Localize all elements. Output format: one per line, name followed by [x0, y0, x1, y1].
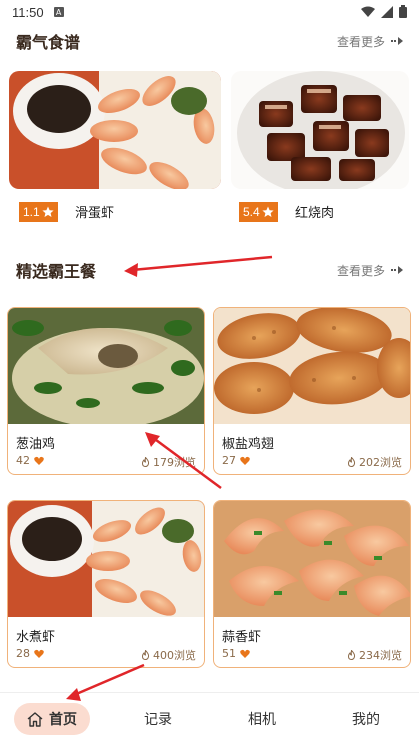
recipe-image-shrimp — [9, 71, 221, 189]
nav-records-label: 记录 — [144, 712, 172, 728]
likes-count: 27 — [222, 454, 236, 467]
flame-icon — [347, 457, 356, 467]
meal-likes: 51 — [222, 647, 250, 660]
section-header-meals: 精选霸王餐 查看更多 — [0, 257, 419, 283]
home-icon — [27, 711, 43, 727]
heart-icon — [240, 456, 250, 465]
recipe-card-2[interactable]: 5.4 红烧肉 — [231, 71, 411, 226]
views-count: 179浏览 — [153, 456, 196, 469]
arrow-right-icon — [391, 266, 403, 274]
star-icon — [262, 206, 274, 217]
heart-icon — [34, 456, 44, 465]
rating-badge: 5.4 — [239, 202, 278, 222]
section-title-recipes: 霸气食谱 — [16, 33, 81, 52]
nav-mine[interactable]: 我的 — [336, 703, 396, 735]
wifi-icon — [361, 6, 375, 17]
recipe-name: 滑蛋虾 — [75, 206, 115, 221]
meal-name: 水煮虾 — [16, 630, 56, 645]
recipe-card-1[interactable]: 1.1 滑蛋虾 — [9, 71, 221, 226]
nav-mine-label: 我的 — [352, 712, 380, 728]
flame-icon — [347, 650, 356, 660]
meal-card-2[interactable]: 椒盐鸡翅 27 202浏览 — [213, 307, 411, 475]
meal-likes: 42 — [16, 454, 44, 467]
arrow-right-icon — [391, 37, 403, 45]
meal-name: 椒盐鸡翅 — [222, 437, 275, 452]
more-meals-link[interactable]: 查看更多 — [337, 262, 403, 279]
heart-icon — [34, 649, 44, 658]
section-title-meals: 精选霸王餐 — [16, 262, 97, 281]
nav-records[interactable]: 记录 — [128, 703, 188, 735]
meal-image-garlic-shrimp — [214, 501, 410, 617]
more-recipes-link[interactable]: 查看更多 — [337, 33, 403, 50]
signal-icon — [381, 5, 393, 18]
meal-image-boiled-shrimp — [8, 501, 204, 617]
meal-image-scallion-chicken — [8, 308, 204, 428]
meal-views: 400浏览 — [141, 647, 196, 663]
nav-home[interactable]: 首页 — [14, 703, 90, 735]
rating-value: 1.1 — [23, 205, 40, 219]
meal-likes: 27 — [222, 454, 250, 467]
likes-count: 51 — [222, 647, 236, 660]
nav-home-label: 首页 — [49, 712, 77, 728]
meal-views: 202浏览 — [347, 454, 402, 470]
recipe-image-braised-pork — [231, 71, 409, 189]
meal-likes: 28 — [16, 647, 44, 660]
rating-badge: 1.1 — [19, 202, 58, 222]
section-header-recipes: 霸气食谱 查看更多 — [0, 28, 419, 54]
likes-count: 42 — [16, 454, 30, 467]
meal-name: 蒜香虾 — [222, 630, 262, 645]
meal-card-4[interactable]: 蒜香虾 51 234浏览 — [213, 500, 411, 668]
status-indicators — [361, 5, 407, 18]
views-count: 400浏览 — [153, 649, 196, 662]
nav-camera[interactable]: 相机 — [232, 703, 292, 735]
views-count: 202浏览 — [359, 456, 402, 469]
recipe-name: 红烧肉 — [295, 206, 335, 221]
rating-value: 5.4 — [243, 205, 260, 219]
bottom-nav: 首页 记录 相机 我的 — [0, 692, 419, 746]
meal-image-salt-pepper-wings — [214, 308, 410, 424]
more-label: 查看更多 — [336, 34, 385, 49]
star-icon — [42, 206, 54, 217]
meal-name: 葱油鸡 — [16, 437, 56, 452]
flame-icon — [141, 457, 150, 467]
more-label: 查看更多 — [336, 263, 385, 278]
meal-card-1[interactable]: 葱油鸡 42 179浏览 — [7, 307, 205, 475]
heart-icon — [240, 649, 250, 658]
status-bar: 11:50 A — [0, 0, 419, 24]
meal-card-3[interactable]: 水煮虾 28 400浏览 — [7, 500, 205, 668]
views-count: 234浏览 — [359, 649, 402, 662]
status-time: 11:50 — [12, 4, 44, 20]
meal-views: 234浏览 — [347, 647, 402, 663]
nav-camera-label: 相机 — [248, 712, 276, 728]
notification-icon: A — [53, 7, 64, 17]
meal-views: 179浏览 — [141, 454, 196, 470]
likes-count: 28 — [16, 647, 30, 660]
flame-icon — [141, 650, 150, 660]
battery-icon — [399, 5, 407, 18]
